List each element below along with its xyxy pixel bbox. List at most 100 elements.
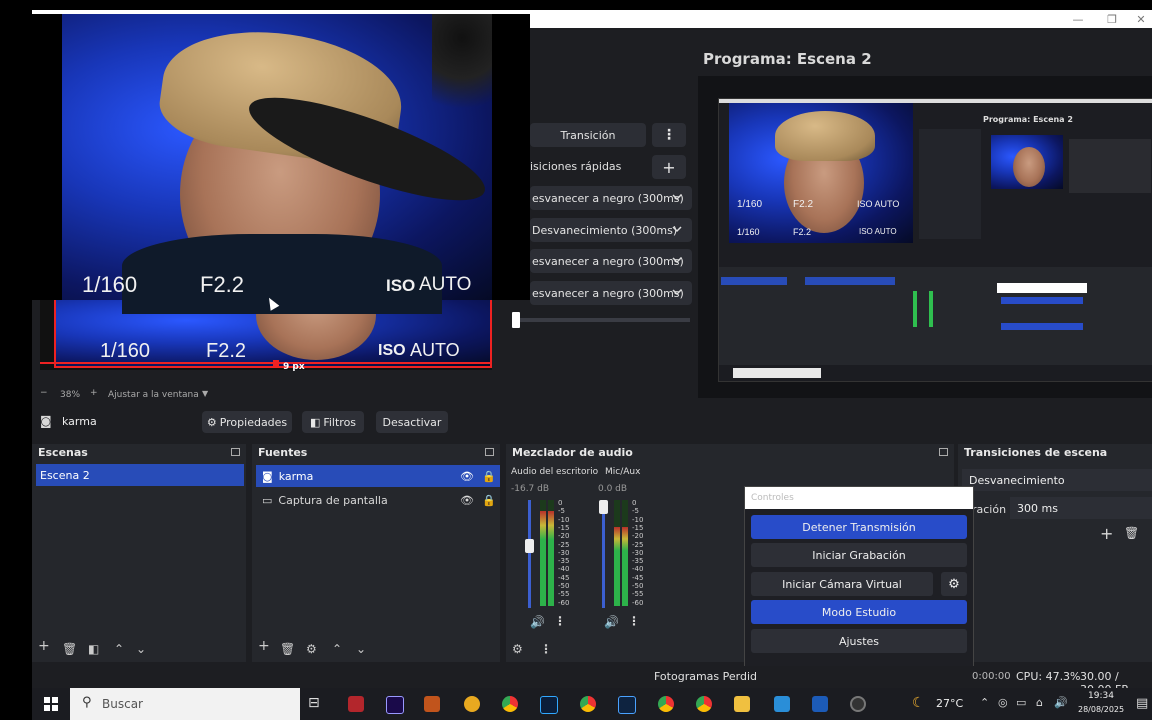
volume-fader-handle[interactable] (599, 500, 608, 514)
settings-button[interactable]: Ajustes (751, 629, 967, 653)
source-item-screen-capture[interactable]: ▭ Captura de pantalla 👁 🔒 (256, 489, 500, 511)
studio-mode-button[interactable]: Modo Estudio (751, 600, 967, 624)
quick-transition-item-4[interactable]: esvanecer a negro (300ms) (530, 281, 692, 305)
nested-deep-preview (1069, 139, 1151, 193)
quick-transition-item-1[interactable]: esvanecer a negro (300ms) (530, 186, 692, 210)
add-icon[interactable]: + (1100, 524, 1113, 543)
minimize-button[interactable]: — (1060, 10, 1096, 28)
undock-icon[interactable] (939, 448, 948, 456)
source-item-karma[interactable]: ◙ karma 👁 🔒 (256, 465, 500, 487)
chevron-down-icon[interactable]: ▼ (202, 389, 208, 398)
more-options-icon[interactable]: ⋮ (628, 614, 640, 628)
app-icon[interactable] (464, 696, 480, 712)
meter-tick-label: -25 (632, 540, 644, 549)
t-bar-handle[interactable] (512, 312, 520, 328)
taskbar-search-box[interactable]: ⚲ Buscar (70, 688, 300, 720)
chevron-down-icon (672, 257, 682, 264)
obs-icon[interactable] (850, 696, 866, 712)
trash-icon[interactable]: 🗑 (1124, 526, 1139, 540)
more-options-icon[interactable]: ⋮ (554, 614, 566, 628)
start-virtual-camera-button[interactable]: Iniciar Cámara Virtual (751, 572, 933, 596)
lightroom-icon[interactable] (618, 696, 636, 714)
properties-button[interactable]: ⚙ Propiedades (202, 411, 292, 433)
t-bar-track[interactable] (520, 318, 690, 322)
battery-icon[interactable]: ▭ (1016, 696, 1026, 709)
eye-icon[interactable]: 👁 (460, 470, 474, 483)
quick-transition-item-3[interactable]: esvanecer a negro (300ms) (530, 249, 692, 273)
speaker-icon[interactable]: 🔊 (604, 615, 619, 629)
trash-icon[interactable]: 🗑 (280, 643, 295, 655)
chevron-down-icon[interactable]: ⌄ (356, 643, 366, 655)
start-recording-button[interactable]: Iniciar Grabación (751, 543, 967, 567)
quick-transition-label: Desvanecimiento (300ms) (532, 223, 678, 237)
chrome-icon[interactable] (658, 696, 674, 712)
gear-icon[interactable]: ⚙ (306, 643, 317, 655)
transition-button[interactable]: Transición (530, 123, 646, 147)
nested-iso: ISO AUTO (857, 199, 900, 209)
close-button[interactable]: ✕ (1130, 10, 1152, 28)
task-view-icon[interactable]: ⊟ (308, 695, 320, 711)
volume-icon[interactable]: 🔊 (1054, 696, 1068, 709)
meter-level-fill (622, 526, 628, 606)
notifications-icon[interactable]: ▤ (1136, 696, 1148, 711)
undock-icon[interactable] (485, 448, 494, 456)
volume-fader-track[interactable] (602, 500, 605, 608)
maximize-button[interactable]: ❐ (1094, 10, 1130, 28)
gear-icon[interactable]: ⚙ (941, 572, 967, 596)
gear-icon[interactable]: ⚙ (512, 643, 523, 655)
network-icon[interactable]: ⌂ (1036, 696, 1043, 709)
chrome-icon[interactable] (696, 696, 712, 712)
chevron-down-icon (672, 289, 682, 296)
stop-stream-button[interactable]: Detener Transmisión (751, 515, 967, 539)
add-quick-transition-button[interactable]: + (652, 155, 686, 179)
chevron-up-icon[interactable]: ⌃ (114, 643, 124, 655)
file-explorer-icon[interactable] (734, 696, 750, 712)
clock-date[interactable]: 28/08/2025 (1078, 705, 1124, 714)
quick-transition-item-2[interactable]: Desvanecimiento (300ms) (530, 218, 692, 242)
app-icon[interactable] (774, 696, 790, 712)
channel-db: -16.7 dB (511, 484, 550, 494)
filter-icon[interactable]: ◧ (88, 643, 99, 655)
meter-scale: 0 -5 -10 -15 -20 -25 -30 -35 -40 -45 -50 -55 -60 (632, 500, 646, 608)
meter-tick-label: -60 (632, 598, 644, 607)
zoom-fit-select[interactable]: Ajustar a la ventana (108, 390, 199, 400)
photoshop-icon[interactable] (540, 696, 558, 714)
add-icon[interactable]: + (38, 639, 50, 653)
controls-title[interactable]: Controles (745, 487, 973, 509)
dropped-frames: Fotogramas Perdid (654, 670, 757, 683)
volume-fader-handle[interactable] (525, 539, 534, 554)
chevron-down-icon (672, 194, 682, 201)
clock-time[interactable]: 19:34 (1088, 691, 1114, 701)
windows-start-icon[interactable] (44, 697, 58, 711)
zoom-out-button[interactable]: − (40, 388, 48, 398)
add-icon[interactable]: + (258, 639, 270, 653)
lock-icon[interactable]: 🔒 (482, 470, 496, 483)
transition-select[interactable]: Desvanecimiento (962, 469, 1152, 491)
zoom-in-button[interactable]: + (90, 388, 98, 398)
more-options-icon[interactable]: ⋮ (652, 123, 686, 147)
scene-item[interactable]: Escena 2 (36, 464, 244, 486)
chevron-down-icon[interactable]: ⌄ (136, 643, 146, 655)
chrome-icon[interactable] (580, 696, 596, 712)
duration-input[interactable]: 300 ms (1010, 497, 1152, 519)
trash-icon[interactable]: 🗑 (62, 643, 77, 655)
chevron-up-icon[interactable]: ⌃ (332, 643, 342, 655)
word-icon[interactable] (812, 696, 828, 712)
speaker-icon[interactable]: 🔊 (530, 615, 545, 629)
undock-icon[interactable] (231, 448, 240, 456)
resize-handle[interactable] (273, 360, 279, 366)
camera-tray-icon[interactable]: ◎ (998, 696, 1008, 709)
app-icon[interactable] (424, 696, 440, 712)
volume-fader-track[interactable] (528, 500, 531, 608)
filters-button[interactable]: ◧ Filtros (302, 411, 364, 433)
eye-icon[interactable]: 👁 (460, 494, 474, 507)
preview-aperture-text: F2.2 (206, 340, 247, 362)
nested-source-selected (805, 277, 895, 285)
app-icon[interactable] (348, 696, 364, 712)
chrome-icon[interactable] (502, 696, 518, 712)
more-options-icon[interactable]: ⋮ (540, 643, 552, 655)
lock-icon[interactable]: 🔒 (482, 494, 496, 507)
chevron-up-icon[interactable]: ⌃ (980, 696, 989, 709)
deactivate-button[interactable]: Desactivar (376, 411, 448, 433)
premiere-icon[interactable] (386, 696, 404, 714)
